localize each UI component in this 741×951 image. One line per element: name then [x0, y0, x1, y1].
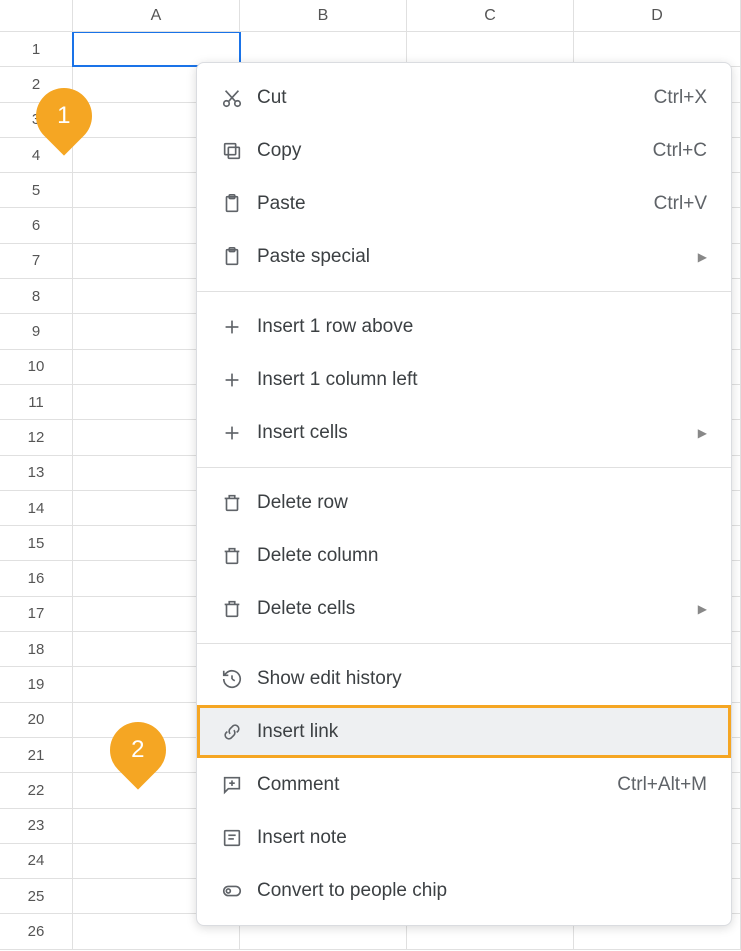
row-header[interactable]: 23 — [0, 809, 73, 843]
people-chip-icon — [221, 880, 257, 902]
menu-item-insert-row[interactable]: Insert 1 row above — [197, 300, 731, 353]
row-header[interactable]: 19 — [0, 667, 73, 701]
link-icon — [221, 721, 257, 743]
row-header[interactable]: 21 — [0, 738, 73, 772]
menu-label: Insert 1 column left — [257, 369, 707, 391]
menu-shortcut: Ctrl+V — [654, 193, 707, 215]
row-header[interactable]: 13 — [0, 456, 73, 490]
comment-icon — [221, 774, 257, 796]
submenu-arrow-icon: ▶ — [698, 602, 707, 616]
menu-label: Insert cells — [257, 422, 698, 444]
menu-label: Convert to people chip — [257, 880, 707, 902]
menu-shortcut: Ctrl+X — [654, 87, 707, 109]
menu-item-comment[interactable]: Comment Ctrl+Alt+M — [197, 758, 731, 811]
column-header-b[interactable]: B — [240, 0, 407, 31]
menu-label: Cut — [257, 87, 654, 109]
cut-icon — [221, 87, 257, 109]
menu-item-paste[interactable]: Paste Ctrl+V — [197, 177, 731, 230]
row-header[interactable]: 5 — [0, 173, 73, 207]
menu-item-people-chip[interactable]: Convert to people chip — [197, 864, 731, 917]
callout-number: 2 — [131, 736, 144, 764]
plus-icon — [221, 422, 257, 444]
row-header[interactable]: 16 — [0, 561, 73, 595]
menu-label: Insert 1 row above — [257, 316, 707, 338]
menu-label: Show edit history — [257, 668, 707, 690]
paste-special-icon — [221, 246, 257, 268]
menu-label: Comment — [257, 774, 617, 796]
trash-icon — [221, 545, 257, 567]
trash-icon — [221, 492, 257, 514]
row-header[interactable]: 7 — [0, 244, 73, 278]
grid-corner[interactable] — [0, 0, 73, 31]
row-header[interactable]: 24 — [0, 844, 73, 878]
menu-label: Delete cells — [257, 598, 698, 620]
submenu-arrow-icon: ▶ — [698, 426, 707, 440]
plus-icon — [221, 316, 257, 338]
row-header[interactable]: 9 — [0, 314, 73, 348]
menu-shortcut: Ctrl+Alt+M — [617, 774, 707, 796]
menu-item-delete-cells[interactable]: Delete cells ▶ — [197, 582, 731, 635]
menu-label: Insert link — [257, 721, 707, 743]
menu-item-copy[interactable]: Copy Ctrl+C — [197, 124, 731, 177]
column-header-c[interactable]: C — [407, 0, 574, 31]
menu-label: Copy — [257, 140, 653, 162]
menu-item-insert-note[interactable]: Insert note — [197, 811, 731, 864]
row-header[interactable]: 12 — [0, 420, 73, 454]
menu-item-show-history[interactable]: Show edit history — [197, 652, 731, 705]
column-header-a[interactable]: A — [73, 0, 240, 31]
row-header[interactable]: 15 — [0, 526, 73, 560]
plus-icon — [221, 369, 257, 391]
trash-icon — [221, 598, 257, 620]
row-header[interactable]: 1 — [0, 32, 73, 66]
row-header[interactable]: 10 — [0, 350, 73, 384]
menu-shortcut: Ctrl+C — [653, 140, 707, 162]
note-icon — [221, 827, 257, 849]
menu-label: Paste — [257, 193, 654, 215]
menu-item-insert-link[interactable]: Insert link — [197, 705, 731, 758]
row-header[interactable]: 6 — [0, 208, 73, 242]
row-header[interactable]: 18 — [0, 632, 73, 666]
menu-separator — [197, 467, 731, 468]
menu-item-paste-special[interactable]: Paste special ▶ — [197, 230, 731, 283]
column-header-d[interactable]: D — [574, 0, 741, 31]
row-header[interactable]: 22 — [0, 773, 73, 807]
row-header[interactable]: 11 — [0, 385, 73, 419]
menu-item-delete-col[interactable]: Delete column — [197, 529, 731, 582]
menu-separator — [197, 643, 731, 644]
menu-item-insert-cells[interactable]: Insert cells ▶ — [197, 406, 731, 459]
menu-label: Delete row — [257, 492, 707, 514]
menu-label: Delete column — [257, 545, 707, 567]
menu-separator — [197, 291, 731, 292]
row-header[interactable]: 20 — [0, 703, 73, 737]
paste-icon — [221, 193, 257, 215]
menu-item-delete-row[interactable]: Delete row — [197, 476, 731, 529]
row-header[interactable]: 17 — [0, 597, 73, 631]
menu-label: Paste special — [257, 246, 698, 268]
menu-item-cut[interactable]: Cut Ctrl+X — [197, 71, 731, 124]
row-header[interactable]: 26 — [0, 914, 73, 948]
row-header[interactable]: 8 — [0, 279, 73, 313]
submenu-arrow-icon: ▶ — [698, 250, 707, 264]
copy-icon — [221, 140, 257, 162]
row-header[interactable]: 14 — [0, 491, 73, 525]
menu-item-insert-col[interactable]: Insert 1 column left — [197, 353, 731, 406]
row-header[interactable]: 25 — [0, 879, 73, 913]
history-icon — [221, 668, 257, 690]
callout-number: 1 — [57, 102, 70, 130]
menu-label: Insert note — [257, 827, 707, 849]
context-menu: Cut Ctrl+X Copy Ctrl+C Paste Ctrl+V Past… — [196, 62, 732, 926]
